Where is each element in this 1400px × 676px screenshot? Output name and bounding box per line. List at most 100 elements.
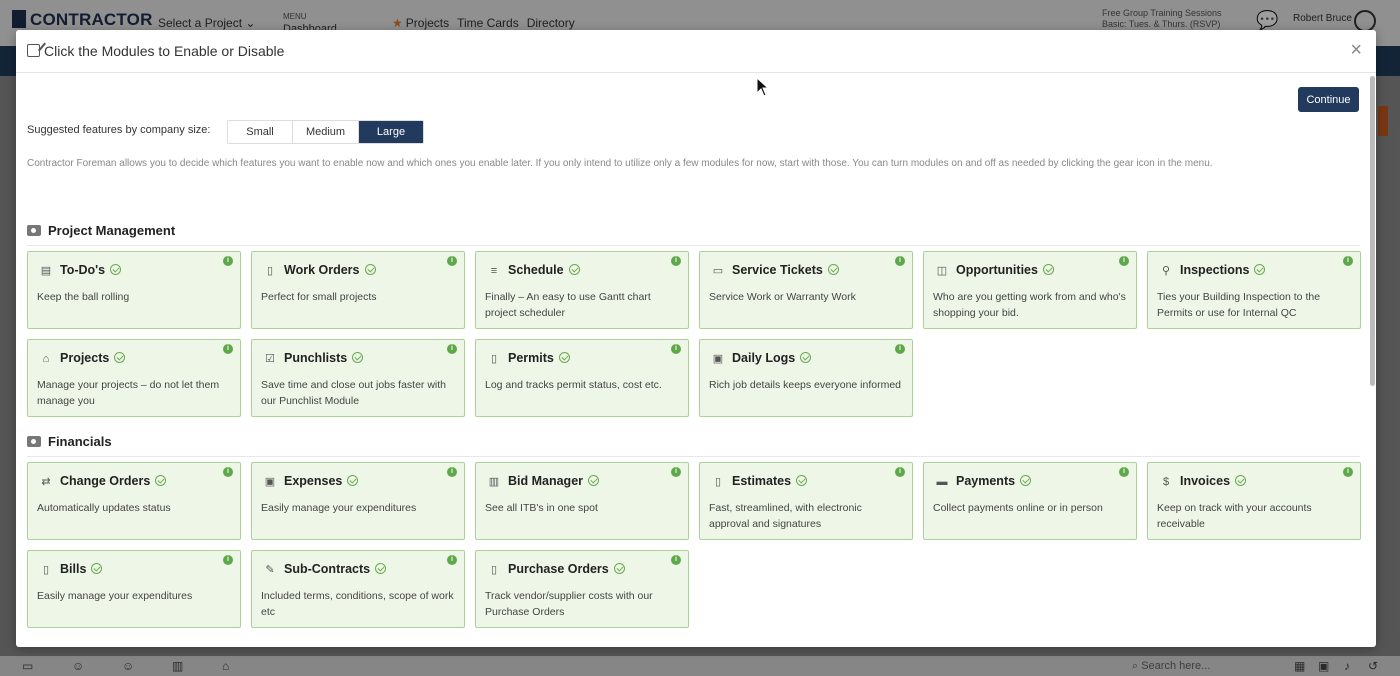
module-description: Finally – An easy to use Gantt chart pro…: [485, 291, 651, 319]
section-title-text: Financials: [48, 434, 112, 449]
clipboard-icon: ▯: [490, 353, 498, 365]
module-title-text: Expenses: [284, 474, 343, 488]
module-description: Track vendor/supplier costs with our Pur…: [485, 590, 653, 618]
check-circle-icon: [827, 264, 839, 275]
info-icon[interactable]: i: [1343, 467, 1353, 477]
module-title-text: Invoices: [1180, 474, 1231, 488]
module-title: Estimates: [732, 474, 808, 488]
module-card[interactable]: ⚲ Inspections i Ties your Building Inspecti…: [1147, 251, 1361, 329]
module-title-text: Purchase Orders: [508, 562, 609, 576]
check-circle-icon: [364, 264, 376, 275]
info-icon[interactable]: i: [895, 467, 905, 477]
card-icon: ▬: [936, 476, 948, 488]
module-card[interactable]: ▣ Expenses i Easily manage your expenditure…: [251, 462, 465, 540]
size-large-button[interactable]: Large: [359, 121, 423, 143]
module-description: Included terms, conditions, scope of wor…: [261, 590, 454, 618]
info-icon[interactable]: i: [671, 344, 681, 354]
dollar-icon: $: [1162, 476, 1170, 488]
info-icon[interactable]: i: [671, 256, 681, 266]
info-icon[interactable]: i: [447, 344, 457, 354]
close-icon[interactable]: ×: [1350, 39, 1362, 62]
check-circle-icon: [613, 563, 625, 574]
check-circle-icon: [568, 264, 580, 275]
module-title-text: Opportunities: [956, 263, 1038, 277]
size-small-button[interactable]: Small: [228, 121, 293, 143]
mouse-cursor-icon: [756, 77, 768, 97]
info-icon[interactable]: i: [447, 555, 457, 565]
size-medium-button[interactable]: Medium: [293, 121, 359, 143]
module-title: Projects: [60, 351, 126, 365]
module-description: Ties your Building Inspection to the Per…: [1157, 291, 1321, 319]
info-icon[interactable]: i: [671, 467, 681, 477]
module-card[interactable]: ▯ Bills i Easily manage your expenditures: [27, 550, 241, 628]
check-circle-icon: [347, 475, 359, 486]
continue-button[interactable]: Continue: [1298, 87, 1359, 112]
section-title: Financials: [27, 434, 112, 449]
modal-title-text: Click the Modules to Enable or Disable: [44, 43, 285, 59]
module-card[interactable]: ⇄ Change Orders i Automatically updates sta…: [27, 462, 241, 540]
info-icon[interactable]: i: [447, 467, 457, 477]
module-title-text: Estimates: [732, 474, 792, 488]
check-circle-icon: [352, 352, 364, 363]
module-title: Bills: [60, 562, 103, 576]
check-circle-icon: [375, 563, 387, 574]
check-circle-icon: [1254, 264, 1266, 275]
info-icon[interactable]: i: [1119, 256, 1129, 266]
opportunity-icon: ◫: [936, 265, 948, 277]
module-card[interactable]: ⌂ Projects i Manage your projects – do not …: [27, 339, 241, 417]
module-title-text: Payments: [956, 474, 1016, 488]
info-icon[interactable]: i: [671, 555, 681, 565]
modal-body: Continue Suggested features by company s…: [16, 74, 1376, 647]
section-divider: [27, 245, 1360, 246]
company-size-toggle: Small Medium Large: [227, 120, 424, 144]
info-icon[interactable]: i: [895, 256, 905, 266]
money-icon: ▣: [264, 476, 276, 488]
purchase-order-icon: ▯: [490, 564, 498, 576]
module-title-text: Bid Manager: [508, 474, 584, 488]
module-card[interactable]: ≡ Schedule i Finally – An easy to use Gantt…: [475, 251, 689, 329]
module-title: Invoices: [1180, 474, 1247, 488]
info-icon[interactable]: i: [223, 555, 233, 565]
module-card[interactable]: ▯ Permits i Log and tracks permit status, c…: [475, 339, 689, 417]
module-card[interactable]: ▣ Daily Logs i Rich job details keeps every…: [699, 339, 913, 417]
module-title-text: Bills: [60, 562, 87, 576]
module-card[interactable]: ▬ Payments i Collect payments online or in …: [923, 462, 1137, 540]
module-title: Work Orders: [284, 263, 376, 277]
module-card[interactable]: $ Invoices i Keep on track with your accoun…: [1147, 462, 1361, 540]
info-icon[interactable]: i: [447, 256, 457, 266]
calendar-icon: ▣: [712, 353, 724, 365]
module-card[interactable]: ▯ Work Orders i Perfect for small projects: [251, 251, 465, 329]
module-description: Easily manage your expenditures: [261, 502, 417, 514]
check-circle-icon: [91, 563, 103, 574]
module-card[interactable]: ▯ Purchase Orders i Track vendor/supplier c…: [475, 550, 689, 628]
checkbox-icon: ☑: [265, 353, 275, 365]
module-title: Change Orders: [60, 474, 167, 488]
info-icon[interactable]: i: [223, 256, 233, 266]
info-icon[interactable]: i: [1119, 467, 1129, 477]
info-icon[interactable]: i: [1343, 256, 1353, 266]
modal-title: Click the Modules to Enable or Disable: [27, 43, 284, 59]
module-title-text: Daily Logs: [732, 351, 796, 365]
section-title-text: People: [48, 645, 91, 647]
module-title: Inspections: [1180, 263, 1266, 277]
modal-scrollbar[interactable]: [1370, 76, 1375, 386]
module-card[interactable]: ▯ Estimates i Fast, streamlined, with elect…: [699, 462, 913, 540]
info-icon[interactable]: i: [223, 344, 233, 354]
module-description: Automatically updates status: [37, 502, 171, 514]
module-card[interactable]: ▭ Service Tickets i Service Work or Warrant…: [699, 251, 913, 329]
home-icon: ⌂: [42, 353, 50, 365]
module-title: Opportunities: [956, 263, 1054, 277]
module-card[interactable]: ▥ Bid Manager i See all ITB's in one spot: [475, 462, 689, 540]
check-circle-icon: [588, 475, 600, 486]
module-card[interactable]: ✎ Sub-Contracts i Included terms, condition…: [251, 550, 465, 628]
module-card[interactable]: ◫ Opportunities i Who are you getting work …: [923, 251, 1137, 329]
module-description: Manage your projects – do not let them m…: [37, 379, 220, 407]
inspection-icon: ⚲: [1161, 265, 1171, 277]
module-description: Easily manage your expenditures: [37, 590, 193, 602]
module-title: Punchlists: [284, 351, 364, 365]
module-description: See all ITB's in one spot: [485, 502, 598, 514]
module-card[interactable]: ▤ To-Do's i Keep the ball rolling: [27, 251, 241, 329]
info-icon[interactable]: i: [223, 467, 233, 477]
module-card[interactable]: ☑ Punchlists i Save time and close out jobs…: [251, 339, 465, 417]
info-icon[interactable]: i: [895, 344, 905, 354]
